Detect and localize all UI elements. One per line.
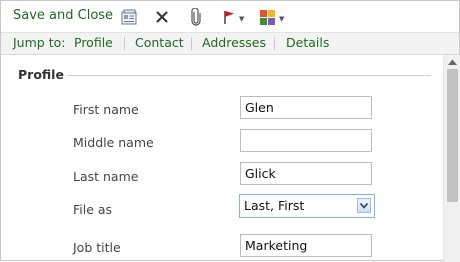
category-icon bbox=[260, 9, 275, 25]
file-as-select[interactable]: Last, First bbox=[239, 194, 375, 218]
jump-link-details[interactable]: Details bbox=[286, 35, 329, 50]
delete-button[interactable] bbox=[155, 7, 169, 27]
file-as-label: File as bbox=[73, 202, 113, 217]
scroll-up-icon[interactable] bbox=[447, 58, 458, 66]
last-name-field[interactable] bbox=[240, 162, 372, 185]
contact-card-icon bbox=[121, 9, 137, 24]
middle-name-field[interactable] bbox=[240, 129, 372, 152]
divider bbox=[274, 37, 275, 50]
divider bbox=[124, 37, 125, 50]
file-as-selected-value: Last, First bbox=[244, 198, 305, 213]
job-title-field[interactable] bbox=[240, 234, 372, 257]
chevron-down-icon bbox=[360, 202, 368, 209]
last-name-label: Last name bbox=[73, 169, 139, 184]
dropdown-arrow[interactable] bbox=[357, 198, 371, 213]
flag-icon bbox=[224, 11, 234, 24]
scrollbar-thumb[interactable] bbox=[447, 69, 458, 202]
contact-card-button[interactable] bbox=[121, 7, 139, 27]
job-title-label: Job title bbox=[73, 240, 121, 255]
save-and-close-button[interactable]: Save and Close bbox=[13, 8, 113, 23]
jump-link-contact[interactable]: Contact bbox=[135, 35, 184, 50]
jump-link-profile[interactable]: Profile bbox=[74, 35, 113, 50]
jump-to-label: Jump to: bbox=[13, 35, 66, 50]
divider bbox=[191, 37, 192, 50]
chevron-down-icon: ▼ bbox=[279, 14, 285, 23]
flag-menu-button[interactable]: ▼ bbox=[222, 7, 244, 27]
first-name-field[interactable] bbox=[240, 96, 372, 119]
toolbar: Save and Close ▼ ▼ bbox=[1, 1, 459, 33]
jump-bar: Jump to: Profile Contact Addresses Detai… bbox=[1, 33, 459, 55]
section-title-profile: Profile bbox=[18, 67, 64, 82]
contact-form-window: Save and Close ▼ ▼ Jump to: Profile Cont… bbox=[0, 0, 460, 262]
first-name-label: First name bbox=[73, 102, 139, 117]
attach-button[interactable] bbox=[190, 7, 202, 27]
category-menu-button[interactable]: ▼ bbox=[259, 7, 284, 27]
middle-name-label: Middle name bbox=[73, 135, 154, 150]
section-divider bbox=[67, 75, 431, 76]
jump-link-addresses[interactable]: Addresses bbox=[202, 35, 266, 50]
chevron-down-icon: ▼ bbox=[239, 14, 245, 23]
attach-icon bbox=[191, 8, 201, 26]
delete-icon bbox=[156, 11, 168, 23]
vertical-scrollbar[interactable] bbox=[443, 55, 460, 262]
